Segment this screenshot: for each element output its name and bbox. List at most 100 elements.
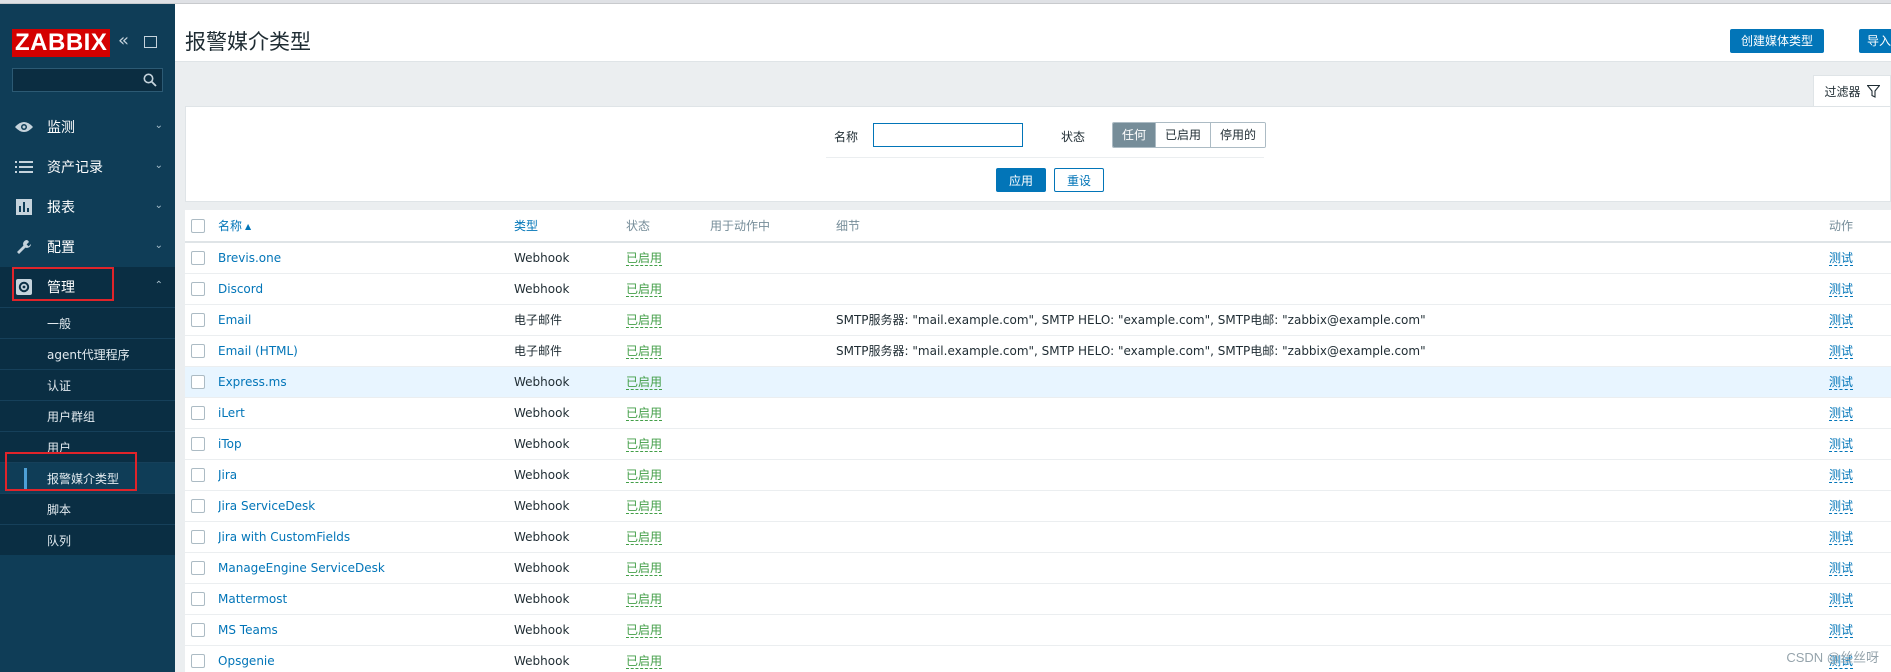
test-link[interactable]: 测试 [1829,313,1854,328]
submenu-user-groups[interactable]: 用户群组 [0,400,175,431]
status-option-disabled[interactable]: 停用的 [1211,123,1266,147]
row-checkbox[interactable] [191,560,205,575]
status-toggle-link[interactable]: 已启用 [626,499,663,514]
status-toggle-link[interactable]: 已启用 [626,623,663,638]
sidebar-search-input[interactable] [13,69,138,91]
name-cell: Email [218,304,514,336]
status-toggle-link[interactable]: 已启用 [626,375,663,390]
funnel-icon [1866,85,1880,98]
status-toggle-link[interactable]: 已启用 [626,251,663,267]
row-checkbox[interactable] [191,436,205,451]
media-type-name-link[interactable]: Brevis.one [218,251,281,265]
list-icon [13,157,35,177]
row-checkbox[interactable] [191,622,205,637]
column-header-type[interactable]: 类型 [514,210,626,243]
media-type-name-link[interactable]: Opsgenie [218,654,275,668]
submenu-users[interactable]: 用户 [0,431,175,462]
import-button[interactable]: 导入 [1859,29,1891,53]
status-toggle-link[interactable]: 已启用 [626,313,663,328]
media-type-name-link[interactable]: Express.ms [218,375,287,389]
kiosk-mode-icon[interactable] [144,36,157,48]
used-in-actions-cell [710,614,836,646]
row-select-cell [185,304,218,336]
submenu-scripts[interactable]: 脚本 [0,493,175,524]
media-type-name-link[interactable]: Jira ServiceDesk [218,499,315,513]
media-type-name-link[interactable]: ManageEngine ServiceDesk [218,561,385,575]
search-icon[interactable] [143,73,157,87]
test-link[interactable]: 测试 [1829,282,1854,297]
test-link[interactable]: 测试 [1829,530,1854,545]
filter-name-input[interactable] [873,123,1023,147]
menu-administration[interactable]: 管理 ⌃ [0,267,175,307]
chevron-down-icon: ⌄ [154,120,163,131]
menu-monitoring[interactable]: 监测 ⌄ [0,107,175,147]
row-checkbox[interactable] [191,281,205,296]
submenu-media-types[interactable]: 报警媒介类型 [0,462,175,493]
row-select-cell [185,428,218,460]
menu-configuration[interactable]: 配置 ⌄ [0,227,175,267]
media-type-name-link[interactable]: iTop [218,437,242,451]
status-toggle-link[interactable]: 已启用 [626,282,663,297]
row-checkbox[interactable] [191,498,205,513]
status-toggle-link[interactable]: 已启用 [626,654,663,669]
media-type-name-link[interactable]: Email (HTML) [218,344,298,358]
test-link[interactable]: 测试 [1829,406,1854,421]
media-type-name-link[interactable]: Discord [218,282,263,296]
create-media-type-button[interactable]: 创建媒体类型 [1730,29,1825,53]
media-type-name-link[interactable]: MS Teams [218,623,278,637]
test-link[interactable]: 测试 [1829,623,1854,638]
row-checkbox[interactable] [191,251,205,265]
column-header-name[interactable]: 名称 ▲ [218,210,514,243]
logo-row: ZABBIX [12,28,111,58]
action-cell: 测试 [1829,273,1891,305]
row-checkbox[interactable] [191,312,205,327]
submenu-proxies[interactable]: agent代理程序 [0,338,175,369]
filter-tab[interactable]: 过滤器 [1813,75,1891,107]
select-all-checkbox[interactable] [191,218,205,233]
status-option-enabled[interactable]: 已启用 [1156,123,1212,147]
submenu-general[interactable]: 一般 [0,307,175,338]
row-checkbox[interactable] [191,467,205,482]
row-checkbox[interactable] [191,529,205,544]
media-type-name-link[interactable]: Jira with CustomFields [218,530,350,544]
row-checkbox[interactable] [191,653,205,668]
menu-inventory[interactable]: 资产记录 ⌄ [0,147,175,187]
name-cell: Brevis.one [218,242,514,274]
row-checkbox[interactable] [191,374,205,389]
type-cell: Webhook [514,428,626,460]
media-type-name-link[interactable]: Email [218,313,251,327]
media-type-name-link[interactable]: Jira [218,468,237,482]
test-link[interactable]: 测试 [1829,375,1854,390]
row-checkbox[interactable] [191,405,205,420]
submenu-queue[interactable]: 队列 [0,524,175,555]
collapse-sidebar-icon[interactable]: « [118,32,136,50]
type-cell: Webhook [514,397,626,429]
status-toggle-link[interactable]: 已启用 [626,561,663,576]
status-toggle-link[interactable]: 已启用 [626,530,663,545]
test-link[interactable]: 测试 [1829,437,1854,452]
media-type-name-link[interactable]: iLert [218,406,245,420]
test-link[interactable]: 测试 [1829,499,1854,514]
test-link[interactable]: 测试 [1829,592,1854,607]
status-toggle-link[interactable]: 已启用 [626,406,663,421]
status-option-any[interactable]: 任何 [1113,123,1157,147]
media-type-name-link[interactable]: Mattermost [218,592,287,606]
apply-button[interactable]: 应用 [996,168,1046,192]
status-toggle-link[interactable]: 已启用 [626,344,663,359]
status-toggle-link[interactable]: 已启用 [626,592,663,607]
test-link[interactable]: 测试 [1829,468,1854,483]
status-toggle-link[interactable]: 已启用 [626,468,663,483]
type-cell: Webhook [514,242,626,274]
chevron-down-icon: ⌄ [154,240,163,251]
menu-reports[interactable]: 报表 ⌄ [0,187,175,227]
test-link[interactable]: 测试 [1829,344,1854,359]
row-select-cell [185,614,218,646]
submenu-authentication[interactable]: 认证 [0,369,175,400]
status-toggle-link[interactable]: 已启用 [626,437,663,452]
test-link[interactable]: 测试 [1829,251,1854,267]
row-checkbox[interactable] [191,591,205,606]
zabbix-logo[interactable]: ZABBIX [12,29,111,57]
reset-button[interactable]: 重设 [1054,168,1104,192]
test-link[interactable]: 测试 [1829,561,1854,576]
row-checkbox[interactable] [191,343,205,358]
